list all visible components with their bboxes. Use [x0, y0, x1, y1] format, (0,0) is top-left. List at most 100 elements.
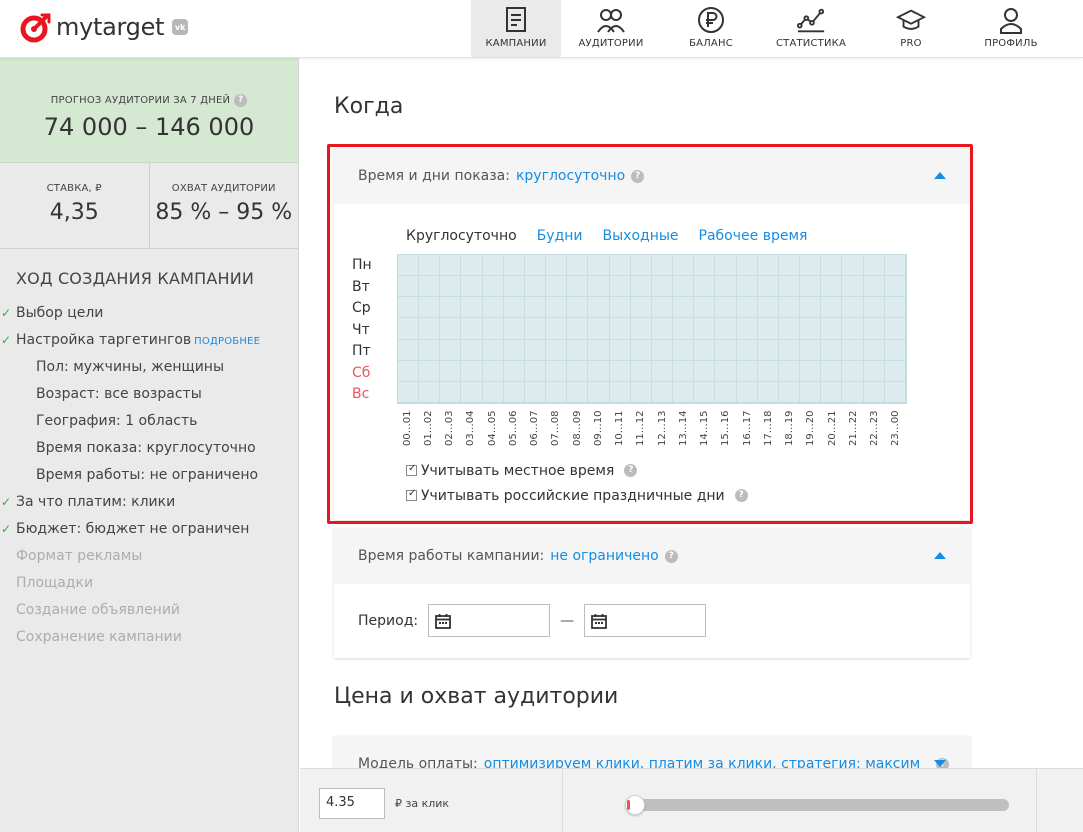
campaign-time-header[interactable]: Время работы кампании: не ограничено ?	[334, 528, 970, 584]
hour-column-label[interactable]: 16…17	[737, 410, 758, 446]
schedule-cell[interactable]	[821, 255, 843, 277]
day-label[interactable]: Вс	[352, 384, 372, 406]
schedule-cell[interactable]	[588, 255, 610, 277]
schedule-cell[interactable]	[546, 360, 568, 382]
schedule-cell[interactable]	[503, 381, 525, 403]
schedule-cell[interactable]	[757, 297, 779, 319]
nav-item-profile[interactable]: ПРОФИЛЬ	[961, 0, 1061, 57]
schedule-cell[interactable]	[757, 339, 779, 361]
hour-column-label[interactable]: 08…09	[567, 410, 588, 446]
help-icon[interactable]: ?	[734, 489, 748, 502]
schedule-cell[interactable]	[419, 255, 441, 277]
schedule-cell[interactable]	[651, 339, 674, 361]
schedule-cell[interactable]	[651, 255, 674, 277]
schedule-cell[interactable]	[588, 339, 610, 361]
schedule-cell[interactable]	[842, 276, 864, 298]
schedule-cell[interactable]	[778, 276, 801, 298]
schedule-cell[interactable]	[546, 318, 568, 340]
schedule-cell[interactable]	[524, 276, 547, 298]
schedule-cell[interactable]	[440, 339, 462, 361]
schedule-cell[interactable]	[546, 276, 568, 298]
schedule-cell[interactable]	[524, 255, 547, 277]
schedule-cell[interactable]	[715, 360, 737, 382]
schedule-cell[interactable]	[440, 255, 462, 277]
schedule-cell[interactable]	[482, 381, 504, 403]
schedule-cell[interactable]	[524, 297, 547, 319]
schedule-cell[interactable]	[842, 318, 864, 340]
hour-column-label[interactable]: 02…03	[440, 410, 461, 446]
schedule-cell[interactable]	[842, 255, 864, 277]
schedule-cell[interactable]	[778, 318, 801, 340]
preset-all-day[interactable]: Круглосуточно	[406, 228, 517, 244]
nav-item-balance[interactable]: БАЛАНС	[661, 0, 761, 57]
schedule-cell[interactable]	[419, 360, 441, 382]
schedule-cell[interactable]	[884, 255, 906, 277]
bid-slider-handle[interactable]	[625, 795, 645, 815]
hour-column-label[interactable]: 04…05	[482, 410, 503, 446]
collapse-caret-icon[interactable]	[934, 172, 946, 179]
step-budget[interactable]: Бюджет: бюджет не ограничен	[0, 516, 298, 543]
mytarget-logo[interactable]: mytarget vk	[20, 10, 189, 44]
nav-item-campaigns[interactable]: КАМПАНИИ	[471, 0, 561, 57]
schedule-cell[interactable]	[884, 276, 906, 298]
schedule-cell[interactable]	[778, 381, 801, 403]
schedule-cell[interactable]	[863, 339, 885, 361]
schedule-cell[interactable]	[673, 318, 695, 340]
schedule-cell[interactable]	[419, 276, 441, 298]
schedule-cell[interactable]	[461, 318, 483, 340]
schedule-cell[interactable]	[419, 318, 441, 340]
schedule-cell[interactable]	[546, 255, 568, 277]
payment-value[interactable]: оптимизируем клики, платим за клики, стр…	[484, 756, 920, 768]
schedule-cell[interactable]	[651, 276, 674, 298]
help-icon[interactable]: ?	[624, 464, 638, 477]
schedule-cell[interactable]	[588, 297, 610, 319]
hour-column-label[interactable]: 21…22	[843, 410, 864, 446]
hour-column-label[interactable]: 18…19	[780, 410, 801, 446]
hour-column-label[interactable]: 12…13	[652, 410, 673, 446]
schedule-cell[interactable]	[651, 381, 674, 403]
schedule-cell[interactable]	[673, 381, 695, 403]
schedule-cell[interactable]	[736, 381, 758, 403]
schedule-cell[interactable]	[398, 255, 420, 277]
schedule-cell[interactable]	[609, 297, 631, 319]
schedule-cell[interactable]	[419, 381, 441, 403]
schedule-cell[interactable]	[524, 360, 547, 382]
schedule-panel-header[interactable]: Время и дни показа: круглосуточно ?	[334, 148, 970, 204]
schedule-cell[interactable]	[461, 276, 483, 298]
day-label[interactable]: Чт	[352, 320, 372, 342]
schedule-cell[interactable]	[524, 318, 547, 340]
schedule-cell[interactable]	[673, 255, 695, 277]
preset-weekdays[interactable]: Будни	[537, 228, 583, 244]
local-time-option[interactable]: Учитывать местное время ?	[406, 458, 748, 483]
schedule-cell[interactable]	[715, 297, 737, 319]
schedule-cell[interactable]	[440, 318, 462, 340]
schedule-cell[interactable]	[800, 255, 822, 277]
schedule-cell[interactable]	[461, 255, 483, 277]
schedule-cell[interactable]	[884, 339, 906, 361]
schedule-cell[interactable]	[482, 360, 504, 382]
schedule-cell[interactable]	[567, 318, 589, 340]
schedule-cell[interactable]	[863, 297, 885, 319]
schedule-cell[interactable]	[821, 339, 843, 361]
schedule-cell[interactable]	[736, 255, 758, 277]
schedule-cell[interactable]	[694, 255, 716, 277]
schedule-cell[interactable]	[673, 360, 695, 382]
help-icon[interactable]: ?	[234, 94, 248, 107]
schedule-cell[interactable]	[651, 318, 674, 340]
schedule-cell[interactable]	[778, 339, 801, 361]
schedule-cell[interactable]	[546, 381, 568, 403]
schedule-cell[interactable]	[567, 276, 589, 298]
period-start-input[interactable]	[428, 604, 551, 637]
schedule-value[interactable]: круглосуточно	[516, 168, 625, 184]
schedule-cell[interactable]	[482, 339, 504, 361]
schedule-cell[interactable]	[524, 339, 547, 361]
schedule-cell[interactable]	[821, 297, 843, 319]
collapse-caret-icon[interactable]	[934, 552, 946, 559]
hour-column-label[interactable]: 17…18	[758, 410, 779, 446]
schedule-cell[interactable]	[778, 360, 801, 382]
schedule-cell[interactable]	[419, 297, 441, 319]
schedule-cell[interactable]	[842, 381, 864, 403]
schedule-cell[interactable]	[398, 381, 420, 403]
schedule-cell[interactable]	[482, 276, 504, 298]
schedule-cell[interactable]	[398, 276, 420, 298]
